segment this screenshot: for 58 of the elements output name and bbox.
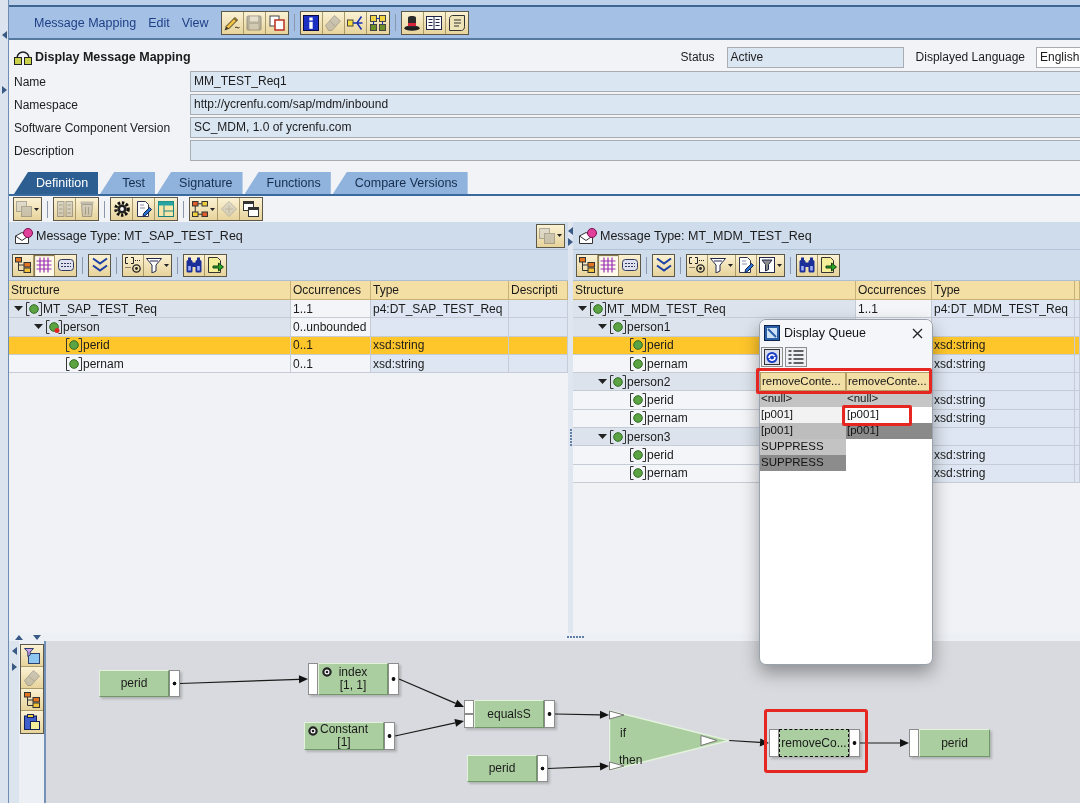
queue-cell: [p001] (760, 407, 846, 423)
table-cell: xsd:string (932, 391, 1075, 410)
column-header: Structure (573, 281, 856, 300)
column-header: Descripti (509, 281, 568, 300)
port-label: if (620, 726, 626, 740)
queue-cell: SUPPRESS (760, 439, 846, 455)
page-title: Display Message Mapping (35, 50, 192, 64)
table-cell: p4:DT_SAP_TEST_Req (371, 300, 509, 319)
column-header: Type (932, 281, 1075, 300)
column-header: removeConte... (846, 372, 932, 391)
node-name: pernam (647, 411, 688, 426)
node-parameter: [1] (337, 736, 351, 749)
node-parameter: [1, 1] (339, 679, 367, 692)
column-header: Structure (9, 281, 291, 300)
node-label: perid (488, 762, 516, 775)
port-label: then (619, 753, 643, 767)
node-name: person1 (627, 319, 671, 334)
pane-title: Message Type: MT_MDM_TEST_Req (600, 228, 813, 243)
node-name: pernam (647, 356, 688, 371)
node-name: pernam (647, 466, 688, 481)
node-name: person (63, 319, 100, 334)
field-label: Software Component Version (14, 120, 172, 135)
node-name: MT_MDM_TEST_Req (607, 301, 726, 316)
node-name: person3 (627, 429, 671, 444)
node-name: perid (647, 448, 674, 462)
field-label: Displayed Language (915, 50, 1025, 64)
status-field: Active (726, 46, 904, 68)
column-header: Type (371, 281, 509, 300)
dialog-title: Display Queue (784, 326, 867, 340)
table-cell: 0..unbounded (291, 318, 371, 337)
node-name: perid (647, 338, 674, 353)
field-label: Status (680, 50, 715, 64)
table-cell: p4:DT_MDM_TEST_Req (932, 300, 1075, 319)
pane-title: Message Type: MT_SAP_TEST_Req (36, 228, 244, 243)
node-label: perid (120, 677, 148, 690)
column-header: Occurrences (856, 281, 932, 300)
node-name: perid (647, 393, 674, 408)
node-name: person2 (627, 374, 671, 389)
node-name: pernam (83, 356, 124, 371)
table-cell: 1..1 (291, 300, 371, 319)
field-label: Namespace (14, 97, 80, 112)
node-label: equalsS (487, 707, 531, 721)
node-label: Constant (320, 723, 368, 736)
table-cell: xsd:string (932, 446, 1075, 465)
field-label: Description (14, 143, 76, 158)
node-label: index (338, 666, 368, 679)
queue-cell: [p001] (760, 423, 846, 439)
field-label: Name (14, 74, 47, 89)
node-label: perid (941, 736, 968, 750)
table-cell: 1..1 (856, 300, 932, 319)
column-header: Occurrences (291, 281, 371, 300)
node-label: removeCo... (781, 736, 847, 750)
table-cell: xsd:string (371, 336, 509, 355)
column-header: removeConte... (760, 372, 846, 391)
queue-cell: SUPPRESS (760, 455, 846, 471)
node-name: MT_SAP_TEST_Req (43, 301, 158, 316)
table-cell: 0..1 (291, 336, 371, 355)
node-name: perid (83, 338, 110, 353)
